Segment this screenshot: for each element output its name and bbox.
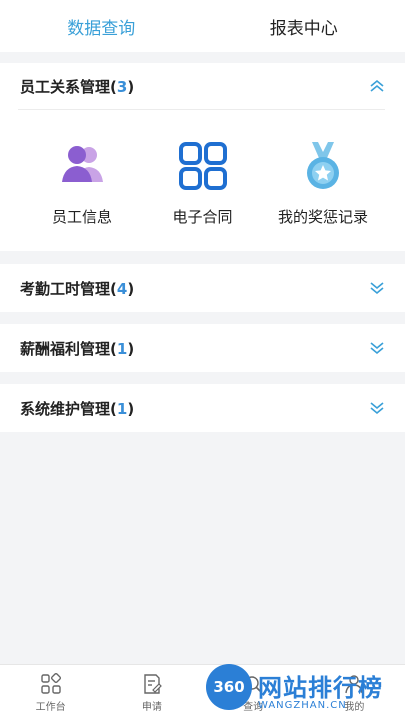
nav-label: 查询 xyxy=(243,701,264,713)
nav-label: 工作台 xyxy=(35,701,66,713)
section-system-maintenance-header[interactable]: 系统维护管理(1) xyxy=(0,384,405,432)
apply-icon xyxy=(144,673,162,694)
section-count: 1 xyxy=(116,339,128,358)
chevron-down-icon[interactable] xyxy=(369,340,385,356)
section-title: 薪酬福利管理(1) xyxy=(20,339,135,358)
tab-report-center[interactable]: 报表中心 xyxy=(203,0,405,52)
section-count: 3 xyxy=(116,77,128,96)
tab-data-query-label: 数据查询 xyxy=(67,18,136,39)
medal-icon xyxy=(295,138,351,194)
section-employee-relations-header[interactable]: 员工关系管理(3) xyxy=(0,63,405,109)
nav-apply[interactable]: 申请 xyxy=(101,665,202,720)
chevron-down-icon[interactable] xyxy=(369,280,385,296)
function-grid: 员工信息 电子合同 我的奖惩记录 xyxy=(0,110,405,227)
section-title-text: 薪酬福利管理 xyxy=(20,339,111,358)
section-attendance: 考勤工时管理(4) xyxy=(0,264,405,312)
section-count: 4 xyxy=(116,279,128,298)
chevron-up-icon[interactable] xyxy=(369,78,385,94)
section-title: 考勤工时管理(4) xyxy=(20,279,135,298)
section-compensation-header[interactable]: 薪酬福利管理(1) xyxy=(0,324,405,372)
section-compensation: 薪酬福利管理(1) xyxy=(0,324,405,372)
query-icon xyxy=(245,675,262,693)
workbench-icon xyxy=(40,672,61,694)
section-title-text: 考勤工时管理 xyxy=(20,279,111,298)
grid-apps-icon xyxy=(175,138,231,194)
nav-label: 我的 xyxy=(344,701,365,713)
grid-item-e-contract[interactable]: 电子合同 xyxy=(143,138,263,227)
grid-item-employee-info[interactable]: 员工信息 xyxy=(22,138,142,227)
grid-item-my-rewards[interactable]: 我的奖惩记录 xyxy=(263,138,383,227)
section-title: 员工关系管理(3) xyxy=(20,77,135,96)
grid-item-label: 电子合同 xyxy=(172,208,233,226)
nav-me[interactable]: 我的 xyxy=(304,665,405,720)
top-tab-bar: 数据查询 报表中心 xyxy=(0,0,405,52)
section-title-text: 员工关系管理 xyxy=(20,77,111,96)
employees-icon xyxy=(54,138,110,194)
section-title-text: 系统维护管理 xyxy=(20,399,111,418)
tab-data-query[interactable]: 数据查询 xyxy=(0,0,203,52)
nav-workbench[interactable]: 工作台 xyxy=(0,665,101,720)
grid-item-label: 员工信息 xyxy=(51,208,112,226)
section-count: 1 xyxy=(116,399,128,418)
nav-query[interactable]: 查询 xyxy=(203,665,304,720)
me-icon xyxy=(345,674,364,693)
tab-report-center-label: 报表中心 xyxy=(269,18,338,39)
nav-label: 申请 xyxy=(141,701,162,713)
bottom-nav: 工作台 申请 查询 我的 xyxy=(0,664,405,720)
section-attendance-header[interactable]: 考勤工时管理(4) xyxy=(0,264,405,312)
grid-item-label: 我的奖惩记录 xyxy=(277,208,368,226)
section-title: 系统维护管理(1) xyxy=(20,399,135,418)
chevron-down-icon[interactable] xyxy=(369,400,385,416)
section-system-maintenance: 系统维护管理(1) xyxy=(0,384,405,432)
section-employee-relations: 员工关系管理(3) 员工信息 电子合同 我的奖惩记录 xyxy=(0,63,405,251)
